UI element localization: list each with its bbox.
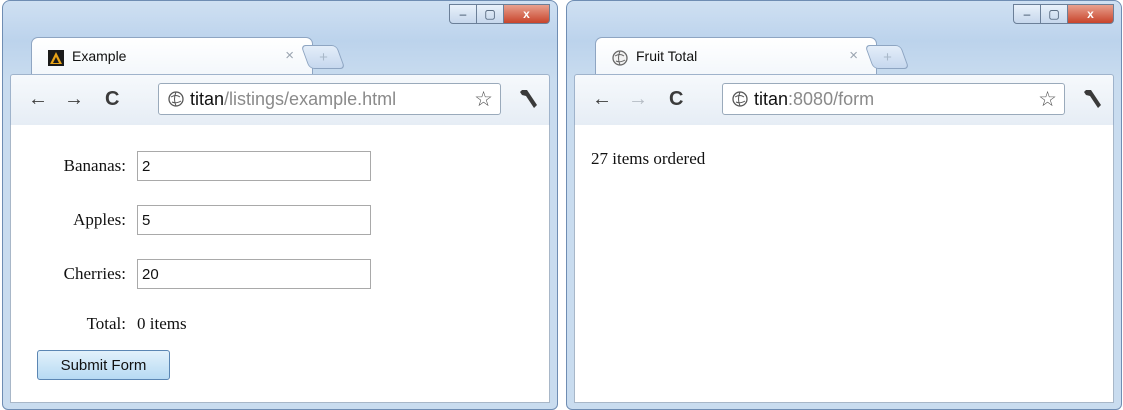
tab-fruit-total[interactable]: Fruit Total ×: [595, 37, 877, 75]
apples-label: Apples:: [73, 210, 126, 229]
order-result-message: 27 items ordered: [591, 149, 706, 168]
plus-icon: +: [318, 48, 328, 66]
tab-title: Fruit Total: [636, 48, 698, 64]
submit-form-button[interactable]: Submit Form: [37, 350, 170, 380]
browser-toolbar: ← → C titan:8080/form ☆: [574, 74, 1114, 126]
tab-title: Example: [72, 48, 127, 64]
new-tab-button[interactable]: +: [300, 45, 346, 69]
globe-icon: [612, 50, 628, 66]
globe-icon: [732, 91, 748, 107]
maximize-button[interactable]: ▢: [1041, 4, 1068, 24]
browser-toolbar: ← → C titan/listings/example.html ☆: [10, 74, 550, 126]
new-tab-button[interactable]: +: [864, 45, 910, 69]
bookmark-star-icon[interactable]: ☆: [1038, 87, 1057, 112]
bananas-label: Bananas:: [63, 156, 126, 175]
close-window-button[interactable]: x: [504, 4, 550, 24]
window-controls: – ▢ x: [449, 4, 550, 24]
page-content: Bananas: Apples: Cherries: Total: 0 item…: [10, 125, 550, 403]
address-bar[interactable]: titan:8080/form ☆: [722, 83, 1065, 115]
maximize-button[interactable]: ▢: [477, 4, 504, 24]
browser-window-left: – ▢ x Example × + ← → C titan/listings/e…: [2, 0, 558, 410]
apples-input[interactable]: [137, 205, 371, 235]
bookmark-star-icon[interactable]: ☆: [474, 87, 493, 112]
total-label: Total:: [86, 314, 126, 333]
tab-example[interactable]: Example ×: [31, 37, 313, 75]
address-bar[interactable]: titan/listings/example.html ☆: [158, 83, 501, 115]
back-icon[interactable]: ←: [592, 87, 612, 111]
tab-close-icon[interactable]: ×: [285, 47, 294, 64]
cherries-input[interactable]: [137, 259, 371, 289]
browser-window-right: – ▢ x Fruit Total × + ← → C titan:8080/f…: [566, 0, 1122, 410]
forward-icon[interactable]: →: [628, 87, 648, 111]
close-window-button[interactable]: x: [1068, 4, 1114, 24]
globe-icon: [168, 91, 184, 107]
reload-icon[interactable]: C: [105, 87, 119, 111]
wrench-icon[interactable]: [1081, 84, 1105, 112]
plus-icon: +: [882, 48, 892, 66]
forward-icon[interactable]: →: [64, 87, 84, 111]
total-value: 0 items: [137, 314, 187, 333]
back-icon[interactable]: ←: [28, 87, 48, 111]
reload-icon[interactable]: C: [669, 87, 683, 111]
page-content: 27 items ordered: [574, 125, 1114, 403]
minimize-button[interactable]: –: [1013, 4, 1041, 24]
url-text: titan/listings/example.html: [190, 89, 397, 109]
window-controls: – ▢ x: [1013, 4, 1114, 24]
site-logo-icon: [48, 50, 64, 66]
tab-close-icon[interactable]: ×: [849, 47, 858, 64]
url-text: titan:8080/form: [754, 89, 875, 109]
minimize-button[interactable]: –: [449, 4, 477, 24]
cherries-label: Cherries:: [63, 264, 126, 283]
bananas-input[interactable]: [137, 151, 371, 181]
wrench-icon[interactable]: [517, 84, 541, 112]
